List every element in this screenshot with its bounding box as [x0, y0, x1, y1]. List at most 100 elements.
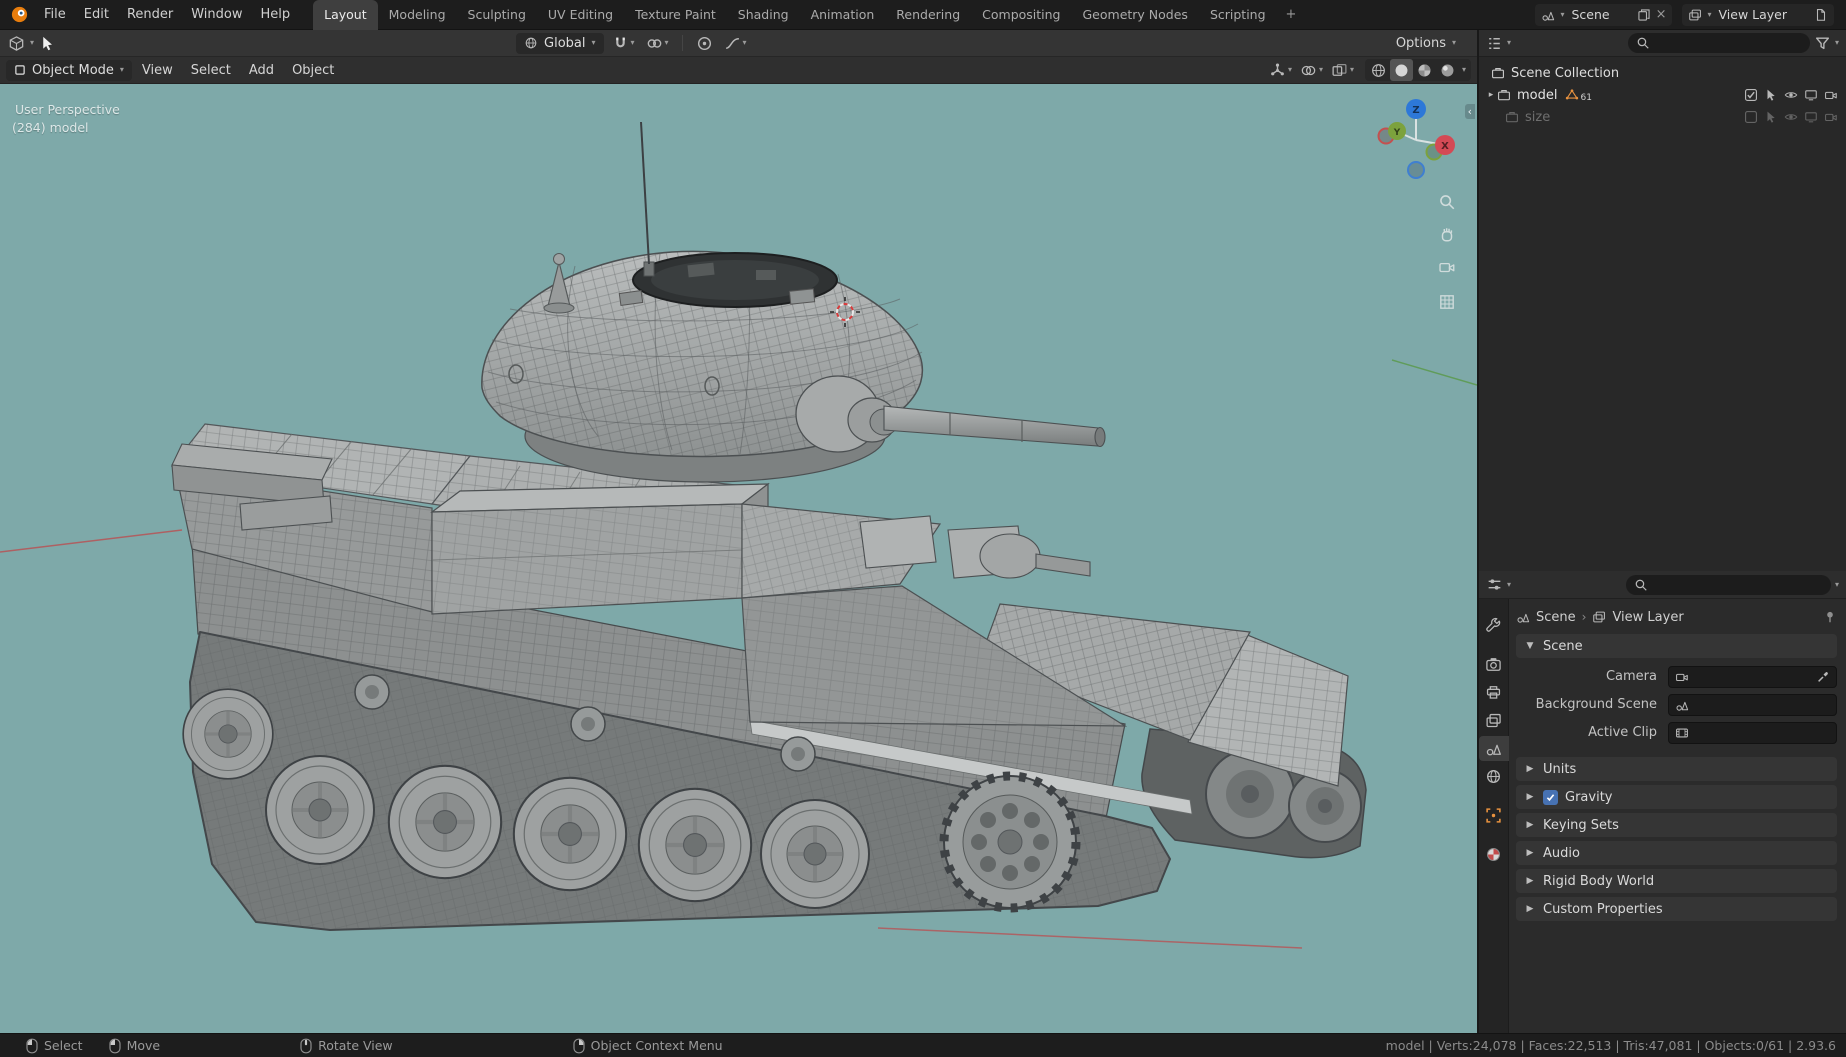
add-workspace-button[interactable]: +	[1277, 0, 1306, 30]
exclude-checkbox-icon[interactable]	[1744, 88, 1758, 102]
outliner-search-input[interactable]	[1627, 33, 1810, 53]
show-gizmo-button[interactable]: ▾	[1266, 59, 1295, 81]
disable-viewport-icon[interactable]	[1804, 88, 1818, 102]
tab-material[interactable]	[1479, 842, 1509, 867]
panel-gravity-header[interactable]: ▶ Gravity	[1516, 785, 1837, 809]
filter-funnel-icon[interactable]	[1814, 35, 1831, 52]
properties-search-input[interactable]	[1625, 574, 1831, 595]
new-scene-icon[interactable]	[1637, 8, 1651, 22]
workspace-tab-uv-editing[interactable]: UV Editing	[537, 0, 624, 30]
options-dropdown[interactable]: Options ▾	[1393, 32, 1459, 54]
camera-field[interactable]	[1668, 665, 1837, 688]
proportional-falloff-button[interactable]: ▾	[721, 32, 750, 54]
pin-icon[interactable]	[1823, 610, 1837, 624]
exclude-checkbox-icon[interactable]	[1744, 110, 1758, 124]
workspace-tab-shading[interactable]: Shading	[727, 0, 800, 30]
breadcrumb-view-layer[interactable]: View Layer	[1612, 610, 1683, 625]
disclosure-triangle-icon[interactable]: ▸	[1485, 90, 1497, 100]
workspace-tab-texture-paint[interactable]: Texture Paint	[624, 0, 727, 30]
menu-window[interactable]: Window	[182, 0, 251, 30]
workspace-tab-sculpting[interactable]: Sculpting	[457, 0, 537, 30]
viewport-canvas[interactable]: User Perspective (284) model Z X Y ‹	[0, 84, 1477, 1033]
breadcrumb-scene[interactable]: Scene	[1536, 610, 1576, 625]
panel-scene-header[interactable]: ▼ Scene	[1516, 634, 1837, 658]
viewport-menu-select[interactable]: Select	[183, 57, 239, 84]
hide-eye-icon[interactable]	[1784, 110, 1798, 124]
panel-audio-header[interactable]: ▶ Audio	[1516, 841, 1837, 865]
workspace-tab-modeling[interactable]: Modeling	[378, 0, 457, 30]
chevron-down-icon: ▾	[1451, 38, 1456, 47]
sidebar-open-arrow-icon[interactable]: ‹	[1464, 104, 1475, 119]
workspace-tab-geometry-nodes[interactable]: Geometry Nodes	[1072, 0, 1199, 30]
disable-viewport-icon[interactable]	[1804, 110, 1818, 124]
viewport-menu-view[interactable]: View	[134, 57, 181, 84]
select-box-tool-icon[interactable]	[39, 35, 56, 52]
transform-orientation-dropdown[interactable]: Global ▾	[516, 32, 604, 54]
menu-edit[interactable]: Edit	[75, 0, 118, 30]
workspace-tab-compositing[interactable]: Compositing	[971, 0, 1071, 30]
panel-keying-sets-header[interactable]: ▶ Keying Sets	[1516, 813, 1837, 837]
shading-rendered-button[interactable]	[1436, 59, 1459, 81]
material-checker-sphere-icon	[1485, 846, 1502, 863]
tank-model[interactable]	[0, 84, 1477, 1033]
workspace-tab-rendering[interactable]: Rendering	[885, 0, 971, 30]
orthographic-toggle-icon[interactable]	[1436, 291, 1458, 313]
snap-toggle-button[interactable]: ▾	[609, 32, 638, 54]
viewport-menu-add[interactable]: Add	[241, 57, 282, 84]
hint-label: Rotate View	[318, 1038, 393, 1053]
snap-target-button[interactable]: ▾	[643, 32, 672, 54]
menu-help[interactable]: Help	[252, 0, 300, 30]
tab-world[interactable]	[1479, 764, 1509, 789]
tab-view-layer[interactable]	[1479, 708, 1509, 733]
scene-selector[interactable]: ▾ Scene ×	[1535, 3, 1673, 26]
new-view-layer-icon[interactable]	[1814, 8, 1828, 22]
show-overlays-button[interactable]: ▾	[1297, 59, 1326, 81]
shading-material-button[interactable]	[1413, 59, 1436, 81]
mode-dropdown[interactable]: Object Mode ▾	[6, 59, 132, 81]
selectable-pointer-icon[interactable]	[1764, 88, 1778, 102]
output-printer-icon	[1485, 684, 1502, 701]
xray-toggle-button[interactable]: ▾	[1328, 59, 1357, 81]
shading-wireframe-button[interactable]	[1367, 59, 1390, 81]
outliner-row-scene-collection[interactable]: Scene Collection	[1479, 62, 1846, 84]
gravity-checkbox[interactable]	[1543, 789, 1558, 805]
camera-view-icon[interactable]	[1436, 256, 1458, 278]
panel-custom-properties-header[interactable]: ▶ Custom Properties	[1516, 897, 1837, 921]
navigation-gizmo[interactable]: Z X Y	[1370, 94, 1462, 186]
zoom-icon[interactable]	[1436, 191, 1458, 213]
view-layer-selector[interactable]: ▾ View Layer	[1682, 3, 1834, 26]
tab-render[interactable]	[1479, 652, 1509, 677]
pan-hand-icon[interactable]	[1436, 223, 1458, 245]
outliner-row-size[interactable]: size	[1479, 106, 1846, 128]
unlink-scene-icon[interactable]: ×	[1656, 7, 1667, 22]
tab-object[interactable]	[1479, 803, 1509, 828]
workspace-tab-animation[interactable]: Animation	[800, 0, 886, 30]
tab-scene[interactable]	[1478, 736, 1509, 761]
scene-icon	[1541, 8, 1555, 22]
outliner-editor-type-icon[interactable]	[1486, 35, 1503, 52]
panel-rigid-body-header[interactable]: ▶ Rigid Body World	[1516, 869, 1837, 893]
outliner-row-model[interactable]: ▸ model 61	[1479, 84, 1846, 106]
workspace-tab-layout[interactable]: Layout	[313, 0, 378, 30]
editor-type-icon[interactable]	[8, 35, 25, 52]
properties-editor-type-icon[interactable]	[1486, 576, 1503, 593]
hide-eye-icon[interactable]	[1784, 88, 1798, 102]
viewport-menu-object[interactable]: Object	[284, 57, 342, 84]
menu-file[interactable]: File	[35, 0, 75, 30]
eyedropper-icon[interactable]	[1816, 670, 1830, 684]
disable-render-icon[interactable]	[1824, 110, 1838, 124]
workspace-tab-scripting[interactable]: Scripting	[1199, 0, 1277, 30]
shading-solid-button[interactable]	[1389, 59, 1413, 81]
disclosure-triangle-icon: ▶	[1526, 820, 1534, 830]
disable-render-icon[interactable]	[1824, 88, 1838, 102]
panel-units-header[interactable]: ▶ Units	[1516, 757, 1837, 781]
blender-logo-icon[interactable]	[10, 5, 29, 24]
proportional-editing-button[interactable]	[693, 32, 716, 54]
tab-output[interactable]	[1479, 680, 1509, 705]
active-clip-field[interactable]	[1668, 721, 1837, 744]
selectable-pointer-icon[interactable]	[1764, 110, 1778, 124]
menu-render[interactable]: Render	[118, 0, 182, 30]
object-mode-icon	[15, 65, 25, 75]
tab-tool[interactable]	[1479, 613, 1509, 638]
background-scene-field[interactable]	[1668, 693, 1837, 716]
